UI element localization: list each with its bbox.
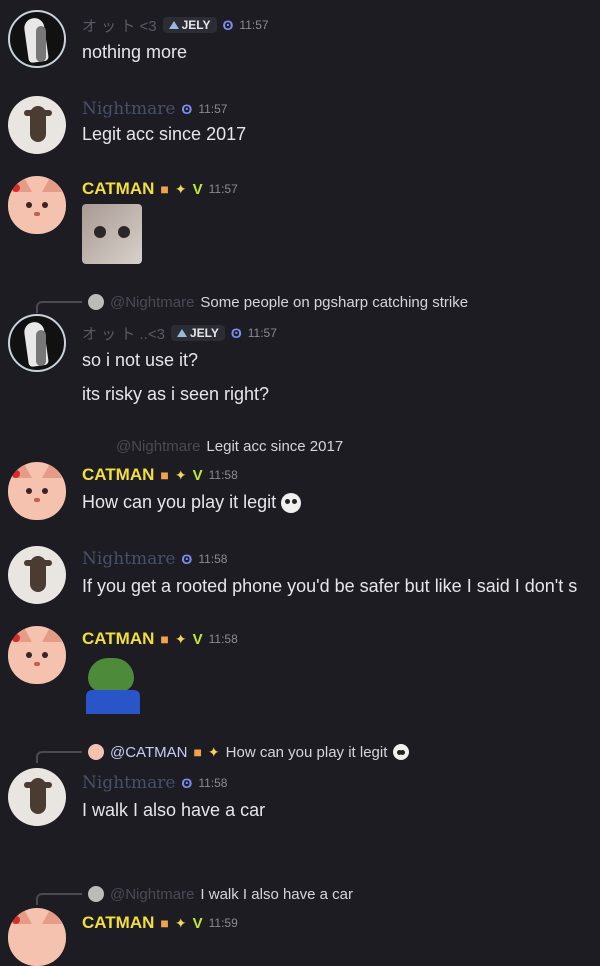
reply-author: @Nightmare [110,293,195,311]
reply-preview[interactable]: @Nightmare Legit acc since 2017 [36,436,343,456]
mystic-team-icon: ʘ [181,101,193,117]
timestamp: 11:57 [239,18,269,32]
tag-label: JELY [181,18,211,32]
sparkles-icon: ✦ [174,631,187,647]
timestamp: 11:58 [208,468,238,482]
message-text: Legit acc since 2017 [82,124,247,144]
skull-icon [281,493,302,514]
message-header: CATMAN ■ ✦ V 11:58 [82,628,238,650]
timestamp: 11:58 [198,776,228,790]
author-name[interactable]: CATMAN [82,913,154,933]
reply-author: @CATMAN [110,743,188,761]
cat-face-icon: ■ [160,915,169,931]
sparkles-icon: ✦ [207,744,220,760]
author-name[interactable]: CATMAN [82,629,154,649]
author-name[interactable]: Nightmare [82,549,175,569]
mystic-team-icon: ʘ [230,325,242,341]
valor-chevron-icon: V [192,466,203,484]
sparkles-icon: ✦ [174,467,187,483]
author-name[interactable]: Nightmare [82,773,175,793]
message-text: How can you play it legit [82,492,302,514]
valor-chevron-icon: V [192,630,203,648]
pepe-sticker-attachment[interactable] [82,654,142,714]
avatar-nightmare[interactable] [8,96,66,154]
triangle-icon [168,21,179,29]
reply-avatar [88,744,104,760]
message-header: Nightmare ʘ 11:57 [82,98,227,120]
reply-text: Legit acc since 2017 [206,437,344,455]
timestamp: 11:59 [208,916,238,930]
timestamp: 11:58 [208,632,238,646]
mystic-team-icon: ʘ [222,17,234,33]
mystic-team-icon: ʘ [181,775,193,791]
cat-face-icon: ■ [160,467,169,483]
tag-label: JELY [189,326,219,340]
sparkles-icon: ✦ [174,915,187,931]
message-header: オ ッ ト <3 JELY ʘ 11:57 [82,14,269,36]
reply-author: @Nightmare [116,437,201,455]
triangle-icon [176,329,187,337]
author-name[interactable]: CATMAN [82,465,154,485]
cat-face-icon: ■ [160,631,169,647]
timestamp: 11:57 [208,182,238,196]
avatar-catman[interactable] [8,176,66,234]
author-name[interactable]: Nightmare [82,99,175,119]
avatar-otto[interactable] [8,314,66,372]
message-text: nothing more [82,42,188,62]
message-header: オ ッ ト ..<3 JELY ʘ 11:57 [82,322,277,344]
cat-face-icon: ■ [160,181,169,197]
message-header: CATMAN ■ ✦ V 11:59 [82,912,238,934]
avatar-nightmare[interactable] [8,768,66,826]
skull-icon [393,744,410,760]
message-text: I walk I also have a car [82,800,266,820]
message-text: If you get a rooted phone you'd be safer… [82,576,578,596]
reply-text: How can you play it legit [225,743,388,761]
avatar-catman[interactable] [8,462,66,520]
valor-chevron-icon: V [192,180,203,198]
role-tag: JELY [162,17,217,33]
avatar-nightmare[interactable] [8,546,66,604]
valor-chevron-icon: V [192,914,203,932]
timestamp: 11:58 [198,552,228,566]
role-tag: JELY [170,325,225,341]
message-line-1: so i not use it? [82,350,199,370]
reply-author: @Nightmare [110,885,195,903]
message-header: CATMAN ■ ✦ V 11:57 [82,178,238,200]
reply-avatar [88,886,104,902]
author-name[interactable]: オ ッ ト ..<3 [82,323,165,344]
message-header: Nightmare ʘ 11:58 [82,772,227,794]
message-header: Nightmare ʘ 11:58 [82,548,227,570]
author-name[interactable]: CATMAN [82,179,154,199]
avatar-catman[interactable] [8,626,66,684]
reply-avatar [88,294,104,310]
message-text-content: How can you play it legit [82,492,277,512]
reply-text: I walk I also have a car [200,885,353,903]
author-name[interactable]: オ ッ ト <3 [82,15,157,36]
message-line-2: its risky as i seen right? [82,384,270,404]
timestamp: 11:57 [247,326,277,340]
cat-photo-attachment[interactable] [82,204,142,264]
message-header: CATMAN ■ ✦ V 11:58 [82,464,238,486]
timestamp: 11:57 [198,102,228,116]
cat-face-icon: ■ [193,744,202,760]
reply-preview[interactable]: @Nightmare I walk I also have a car [36,884,353,905]
reply-preview[interactable]: @Nightmare Some people on pgsharp catchi… [36,292,469,313]
reply-text: Some people on pgsharp catching strike [200,293,469,311]
mystic-team-icon: ʘ [181,551,193,567]
reply-preview[interactable]: @CATMAN ■ ✦ How can you play it legit [36,742,410,763]
avatar-catman[interactable] [8,908,66,966]
avatar-otto[interactable] [8,10,66,68]
sparkles-icon: ✦ [174,181,187,197]
